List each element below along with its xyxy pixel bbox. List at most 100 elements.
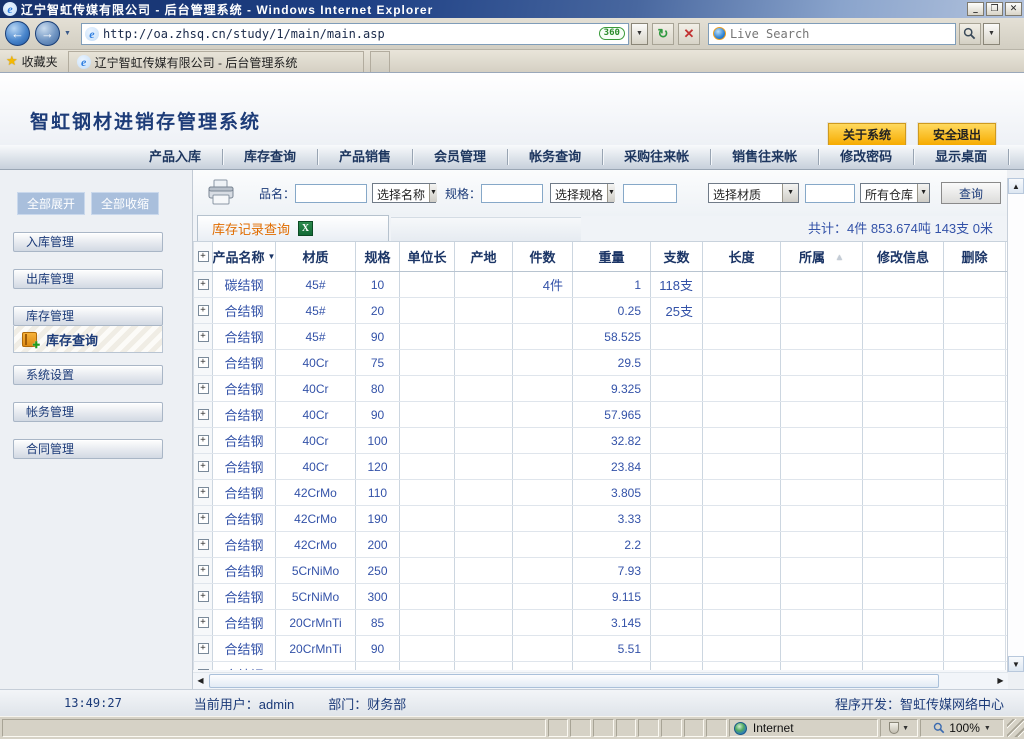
live-search-box[interactable] — [708, 23, 956, 45]
printer-icon[interactable] — [205, 179, 237, 207]
col-modify-info[interactable]: 修改信息 — [863, 242, 944, 271]
expand-row-icon[interactable]: + — [198, 591, 209, 602]
sidebar-panel-accounting[interactable]: 帐务管理 — [13, 402, 163, 422]
about-system-button[interactable]: 关于系统 — [828, 123, 906, 146]
cell-modify-info — [863, 272, 944, 297]
menu-item-account-query[interactable]: 帐务查询 — [508, 149, 603, 165]
horizontal-scrollbar[interactable]: ◀ ▶ — [193, 672, 1008, 689]
col-weight[interactable]: 重量 — [573, 242, 651, 271]
close-button[interactable]: ✕ — [1005, 2, 1022, 16]
menu-item-member[interactable]: 会员管理 — [413, 149, 508, 165]
search-options-dropdown[interactable]: ▼ — [983, 23, 1000, 45]
name-select[interactable]: 选择名称 ▼ — [372, 183, 436, 203]
excel-export-icon[interactable]: X — [298, 221, 313, 236]
menu-item-product-sale[interactable]: 产品销售 — [318, 149, 413, 165]
expand-all-button[interactable]: 全部展开 — [17, 192, 85, 215]
expand-row-icon[interactable]: + — [198, 487, 209, 498]
length-input[interactable] — [805, 184, 855, 203]
search-go-button[interactable] — [959, 23, 981, 45]
col-spec[interactable]: 规格 — [356, 242, 400, 271]
expand-row-icon[interactable]: + — [198, 305, 209, 316]
protected-mode-panel[interactable]: ▼ — [880, 719, 917, 737]
expand-row-icon[interactable]: + — [198, 565, 209, 576]
expand-row-icon[interactable]: + — [198, 435, 209, 446]
sidebar-panel-contract[interactable]: 合同管理 — [13, 439, 163, 459]
col-pieces[interactable]: 件数 — [513, 242, 573, 271]
expand-row-icon[interactable]: + — [198, 279, 209, 290]
sidebar-panel-stock[interactable]: 库存管理 — [13, 306, 163, 326]
address-bar[interactable]: e http://oa.zhsq.cn/study/1/main/main.as… — [81, 23, 629, 45]
material-select[interactable]: 选择材质 ▼ — [708, 183, 799, 203]
chevron-down-icon[interactable]: ▼ — [607, 184, 615, 202]
query-button[interactable]: 查询 — [941, 182, 1001, 204]
recent-pages-dropdown-icon[interactable]: ▼ — [64, 30, 71, 37]
cell-length — [703, 662, 781, 670]
expand-all-rows-icon[interactable]: + — [198, 251, 209, 262]
menu-item-sales-account[interactable]: 销售往来帐 — [711, 149, 819, 165]
expand-row-icon[interactable]: + — [198, 331, 209, 342]
scroll-right-icon[interactable]: ▶ — [993, 673, 1008, 689]
menu-item-purchase-account[interactable]: 采购往来帐 — [603, 149, 711, 165]
scroll-down-icon[interactable]: ▼ — [1008, 656, 1024, 672]
name-input[interactable] — [295, 184, 367, 203]
search-input[interactable] — [730, 25, 955, 43]
cell-spec: 250 — [356, 558, 400, 583]
menu-item-show-desktop[interactable]: 显示桌面 — [914, 149, 1009, 165]
cell-spec: 120 — [356, 454, 400, 479]
scroll-left-icon[interactable]: ◀ — [193, 673, 208, 689]
expand-row-icon[interactable]: + — [198, 617, 209, 628]
sidebar-panel-outbound[interactable]: 出库管理 — [13, 269, 163, 289]
address-url[interactable]: http://oa.zhsq.cn/study/1/main/main.asp — [103, 27, 599, 41]
warehouse-select[interactable]: 所有仓库 ▼ — [860, 183, 930, 203]
expand-row-icon[interactable]: + — [198, 539, 209, 550]
col-origin[interactable]: 产地 — [455, 242, 513, 271]
sidebar-panel-inbound[interactable]: 入库管理 — [13, 232, 163, 252]
expand-row-icon[interactable]: + — [198, 643, 209, 654]
browser-tab[interactable]: e 辽宁智虹传媒有限公司 - 后台管理系统 — [68, 51, 364, 72]
back-button[interactable]: ← — [5, 21, 30, 46]
restore-button[interactable]: ❐ — [986, 2, 1003, 16]
sidebar-item-stock-query[interactable]: ✚ 库存查询 — [14, 326, 162, 352]
new-tab-stub[interactable] — [370, 51, 390, 72]
material-input[interactable] — [623, 184, 677, 203]
menu-item-product-in[interactable]: 产品入库 — [128, 149, 223, 165]
address-dropdown-button[interactable]: ▼ — [631, 23, 648, 45]
minimize-button[interactable]: _ — [967, 2, 984, 16]
cell-origin — [455, 454, 513, 479]
stock-record-tab[interactable]: 库存记录查询 X — [197, 215, 389, 241]
spec-select[interactable]: 选择规格 ▼ — [550, 183, 614, 203]
forward-button[interactable]: → — [35, 21, 60, 46]
scroll-up-icon[interactable]: ▲ — [1008, 178, 1024, 194]
cell-material: 5CrNiMo — [276, 558, 356, 583]
chevron-down-icon[interactable]: ▼ — [429, 184, 437, 202]
vertical-scroll-thumb[interactable] — [1008, 194, 1024, 656]
expand-row-icon[interactable]: + — [198, 461, 209, 472]
chevron-down-icon[interactable]: ▼ — [782, 184, 798, 202]
refresh-button[interactable]: ↻ — [652, 23, 674, 45]
safe-logout-button[interactable]: 安全退出 — [918, 123, 996, 146]
stop-button[interactable]: ✕ — [678, 23, 700, 45]
spec-input[interactable] — [481, 184, 543, 203]
expand-row-icon[interactable]: + — [198, 409, 209, 420]
expand-row-icon[interactable]: + — [198, 513, 209, 524]
chevron-down-icon[interactable]: ▼ — [917, 184, 929, 202]
col-product-name[interactable]: 产品名称▼ — [213, 242, 276, 271]
expand-row-icon[interactable]: + — [198, 669, 209, 670]
menu-item-change-password[interactable]: 修改密码 — [819, 149, 914, 165]
zoom-panel[interactable]: 100% ▼ — [920, 719, 1005, 737]
collapse-all-button[interactable]: 全部收缩 — [91, 192, 159, 215]
col-count[interactable]: 支数 — [651, 242, 703, 271]
menu-item-stock-query[interactable]: 库存查询 — [223, 149, 318, 165]
expand-row-icon[interactable]: + — [198, 383, 209, 394]
favorites-button[interactable]: ★ 收藏夹 — [0, 50, 68, 72]
col-delete[interactable]: 删除 — [944, 242, 1006, 271]
horizontal-scroll-thumb[interactable] — [209, 674, 939, 688]
expand-row-icon[interactable]: + — [198, 357, 209, 368]
col-unit-length[interactable]: 单位长 — [400, 242, 455, 271]
resize-grip[interactable] — [1007, 719, 1024, 737]
col-material[interactable]: 材质 — [276, 242, 356, 271]
sidebar-panel-system[interactable]: 系统设置 — [13, 365, 163, 385]
vertical-scrollbar[interactable]: ▲ ▼ — [1007, 178, 1024, 672]
col-belong[interactable]: 所属▲ — [781, 242, 863, 271]
col-length[interactable]: 长度 — [703, 242, 781, 271]
